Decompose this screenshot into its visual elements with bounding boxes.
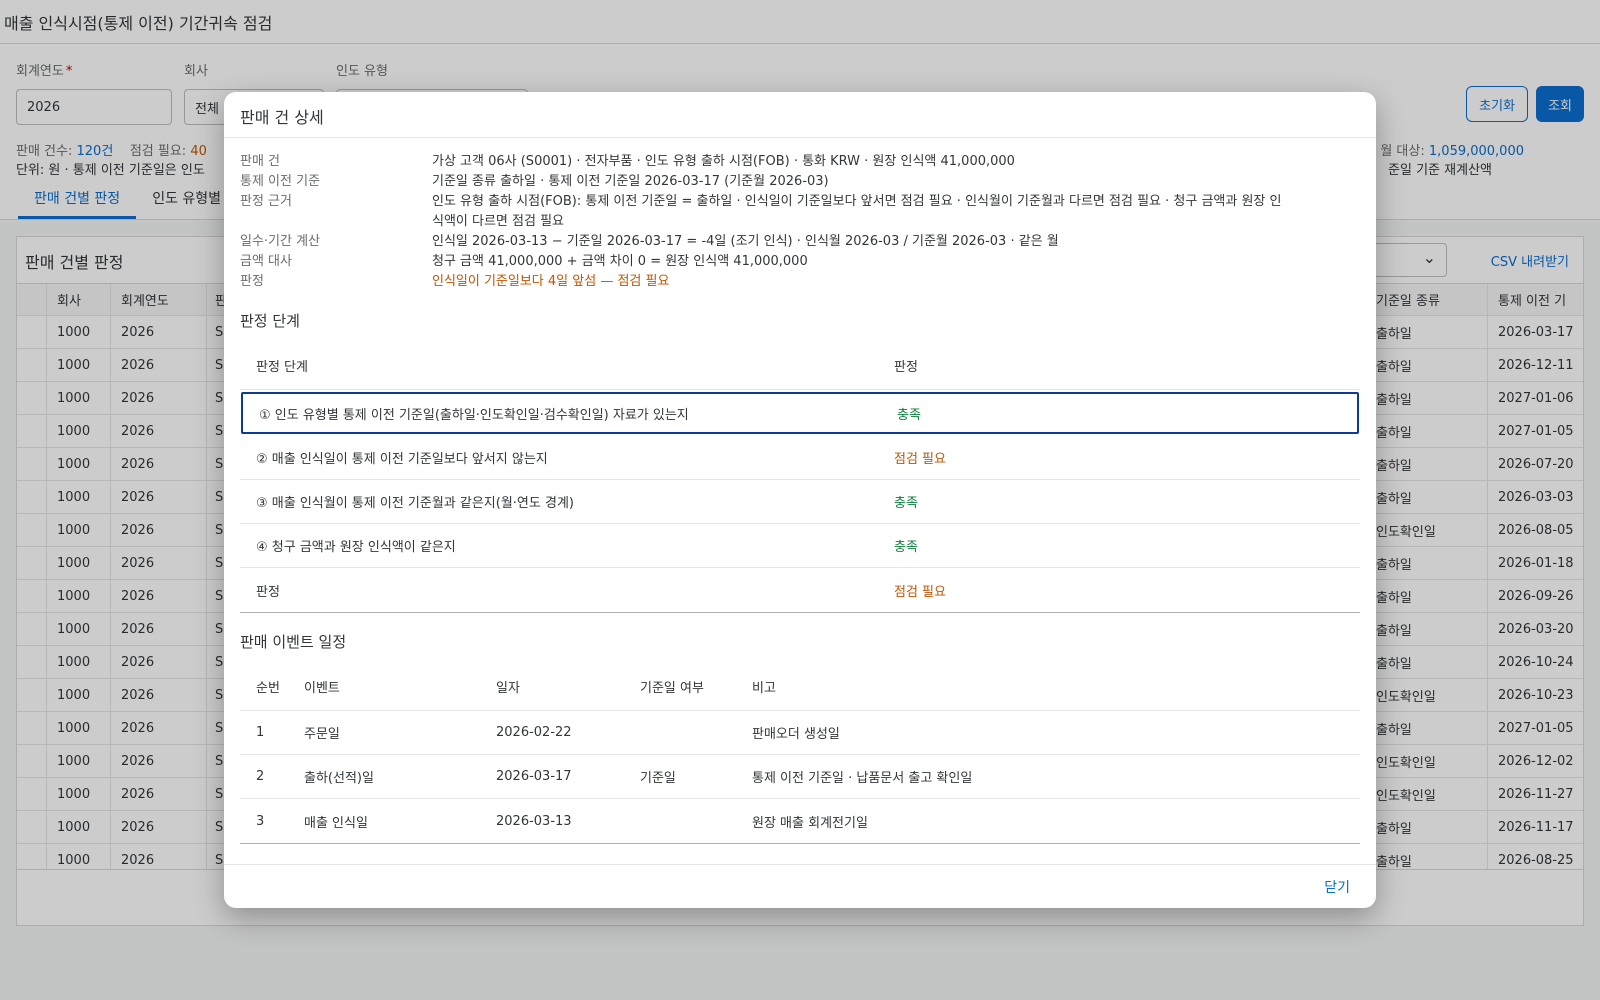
events-header-row: 순번 이벤트 일자 기준일 여부 비고: [240, 663, 1360, 711]
event-name: 출하(선적)일: [304, 771, 374, 786]
events-header-seq: 순번: [256, 681, 280, 696]
info-row: 금액 대사 청구 금액 41,000,000 + 금액 차이 0 = 원장 인식액…: [240, 252, 1360, 272]
events-header-date: 일자: [496, 681, 520, 696]
event-seq: 2: [256, 769, 265, 784]
event-note: 원장 매출 회계전기일: [752, 815, 868, 831]
step-label: ④ 청구 금액과 원장 인식액이 같은지: [256, 540, 456, 555]
info-value: 가상 고객 06사 (S0001) · 전자부품 · 인도 유형 출하 시점(F…: [432, 154, 1015, 169]
step-row[interactable]: ③ 매출 인식월이 통제 이전 기준월과 같은지(월·연도 경계) 충족: [240, 480, 1360, 524]
dialog-body: 판매 건 가상 고객 06사 (S0001) · 전자부품 · 인도 유형 출하 …: [240, 138, 1360, 864]
events-header-basis: 기준일 여부: [640, 681, 704, 696]
step-result: 충족: [894, 496, 918, 511]
step-label: ① 인도 유형별 통제 이전 기준일(출하일·인도확인일·검수확인일) 자료가 …: [259, 407, 689, 423]
info-label: 판매 건: [240, 154, 281, 169]
info-label: 통제 이전 기준: [240, 174, 321, 189]
events-title: 판매 이벤트 일정: [240, 633, 347, 651]
info-row: 일수·기간 계산 인식일 2026-03-13 − 기준일 2026-03-17 …: [240, 232, 1360, 252]
event-name: 매출 인식일: [304, 815, 368, 831]
info-value: 청구 금액 41,000,000 + 금액 차이 0 = 원장 인식액 41,0…: [432, 254, 808, 269]
steps-header-result: 판정: [894, 360, 918, 375]
event-row: 2 출하(선적)일 2026-03-17 기준일 통제 이전 기준일 · 납품문서 출고…: [240, 755, 1360, 799]
step-result: 충족: [897, 407, 921, 423]
event-date: 2026-03-17: [496, 769, 572, 784]
step-row[interactable]: 판정 점검 필요: [240, 568, 1360, 612]
info-label: 일수·기간 계산: [240, 234, 321, 249]
events-header-note: 비고: [752, 681, 776, 696]
info-value: 인식일 2026-03-13 − 기준일 2026-03-17 = -4일 (조…: [432, 234, 1059, 249]
step-row[interactable]: ④ 청구 금액과 원장 인식액이 같은지 충족: [240, 524, 1360, 568]
step-label: ② 매출 인식일이 통제 이전 기준일보다 앞서지 않는지: [256, 452, 548, 467]
info-label: 판정: [240, 274, 264, 289]
event-date: 2026-03-13: [496, 813, 572, 829]
event-seq: 1: [256, 725, 265, 740]
dialog-title: 판매 건 상세: [224, 92, 1376, 138]
close-button[interactable]: 닫기: [1324, 877, 1350, 897]
info-value: 인도 유형 출하 시점(FOB): 통제 이전 기준일 = 출하일 · 인식일이…: [432, 194, 1282, 229]
step-label: ③ 매출 인식월이 통제 이전 기준월과 같은지(월·연도 경계): [256, 496, 574, 511]
step-result: 충족: [894, 540, 918, 555]
step-result: 점검 필요: [894, 452, 946, 467]
event-note: 판매오더 생성일: [752, 727, 840, 742]
info-value: 인식일이 기준일보다 4일 앞섬 — 점검 필요: [432, 274, 670, 289]
dialog-footer: 닫기: [224, 864, 1376, 908]
step-row[interactable]: ② 매출 인식일이 통제 이전 기준일보다 앞서지 않는지 점검 필요: [240, 436, 1360, 480]
event-seq: 3: [256, 813, 265, 829]
info-row: 판정 근거 인도 유형 출하 시점(FOB): 통제 이전 기준일 = 출하일 ·…: [240, 192, 1360, 232]
step-result: 점검 필요: [894, 584, 946, 600]
steps-header-step: 판정 단계: [256, 360, 308, 375]
steps-title: 판정 단계: [240, 312, 300, 330]
event-note: 통제 이전 기준일 · 납품문서 출고 확인일: [752, 771, 973, 786]
event-name: 주문일: [304, 727, 340, 742]
sale-detail-dialog: 판매 건 상세 판매 건 가상 고객 06사 (S0001) · 전자부품 · 인…: [224, 92, 1376, 908]
event-row: 3 매출 인식일 2026-03-13 원장 매출 회계전기일: [240, 799, 1360, 843]
event-row: 1 주문일 2026-02-22 판매오더 생성일: [240, 711, 1360, 755]
step-label: 판정: [256, 584, 280, 600]
info-label: 금액 대사: [240, 254, 292, 269]
steps-header-row: 판정 단계 판정: [240, 342, 1360, 390]
steps-table: 판정 단계 판정 ① 인도 유형별 통제 이전 기준일(출하일·인도확인일·검수…: [240, 342, 1360, 613]
step-row[interactable]: ① 인도 유형별 통제 이전 기준일(출하일·인도확인일·검수확인일) 자료가 …: [241, 392, 1359, 434]
info-row: 판정 인식일이 기준일보다 4일 앞섬 — 점검 필요: [240, 272, 1360, 292]
info-row: 판매 건 가상 고객 06사 (S0001) · 전자부품 · 인도 유형 출하 …: [240, 152, 1360, 172]
info-label: 판정 근거: [240, 194, 292, 209]
event-basis: 기준일: [640, 771, 676, 786]
info-row: 통제 이전 기준 기준일 종류 출하일 · 통제 이전 기준일 2026-03-1…: [240, 172, 1360, 192]
events-header-event: 이벤트: [304, 681, 340, 696]
info-list: 판매 건 가상 고객 06사 (S0001) · 전자부품 · 인도 유형 출하 …: [240, 152, 1360, 292]
events-table: 순번 이벤트 일자 기준일 여부 비고 1 주문일 2026-02-22 판매오더 생…: [240, 663, 1360, 844]
info-value: 기준일 종류 출하일 · 통제 이전 기준일 2026-03-17 (기준월 2…: [432, 174, 829, 189]
event-date: 2026-02-22: [496, 725, 572, 740]
